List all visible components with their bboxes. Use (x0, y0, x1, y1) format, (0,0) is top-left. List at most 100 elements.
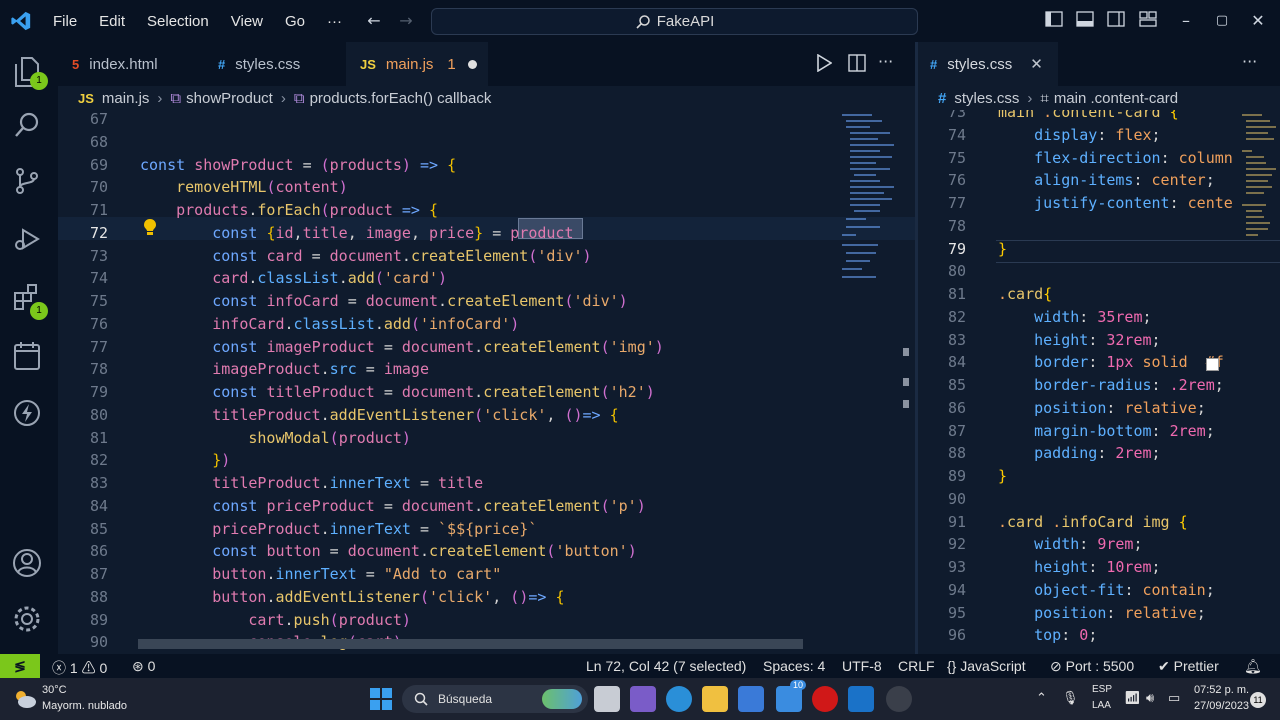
file-explorer-icon[interactable] (702, 686, 728, 712)
line-number[interactable]: 77 (58, 338, 108, 356)
code-line[interactable]: const card = document.createElement('div… (140, 247, 591, 265)
code-line[interactable]: const {id,title, image, price} = product (140, 224, 573, 242)
line-number[interactable]: 73 (58, 247, 108, 265)
line-number[interactable]: 96 (918, 626, 966, 644)
menu-view[interactable]: View (220, 13, 274, 30)
run-debug-icon[interactable] (12, 224, 46, 258)
encoding[interactable]: UTF-8 (842, 658, 882, 674)
line-number[interactable]: 88 (918, 444, 966, 462)
menu-file[interactable]: File (42, 13, 88, 30)
vscode-logo-icon[interactable] (0, 0, 42, 42)
opera-icon[interactable] (812, 686, 838, 712)
store-icon[interactable] (738, 686, 764, 712)
code-line[interactable]: display: flex; (998, 126, 1160, 144)
close-tab-icon[interactable]: ✕ (1030, 55, 1043, 73)
menu-more[interactable]: ··· (316, 13, 353, 30)
code-line[interactable]: }) (140, 451, 230, 469)
edge-icon[interactable] (666, 686, 692, 712)
menu-edit[interactable]: Edit (88, 13, 136, 30)
lightning-extension-icon[interactable] (12, 398, 46, 432)
line-number[interactable]: 90 (918, 490, 966, 508)
code-line[interactable]: removeHTML(content) (140, 178, 348, 196)
forward-arrow-icon[interactable]: → (396, 11, 416, 31)
code-line[interactable]: top: 0; (998, 626, 1097, 644)
line-number[interactable]: 81 (918, 285, 966, 303)
code-line[interactable]: const button = document.createElement('b… (140, 542, 636, 560)
code-line[interactable]: button.innerText = "Add to cart" (140, 565, 501, 583)
menu-selection[interactable]: Selection (136, 13, 220, 30)
unsaved-dot-icon[interactable] (467, 59, 477, 69)
vertical-scrollbar[interactable] (901, 340, 911, 420)
mail-icon[interactable]: 10 (776, 680, 807, 712)
editor-styles-css[interactable]: 73 main .content-card {74 display: flex; 7… (918, 110, 1280, 654)
line-number[interactable]: 82 (918, 308, 966, 326)
line-number[interactable]: 86 (918, 399, 966, 417)
code-line[interactable]: flex-direction: column (998, 149, 1233, 167)
breadcrumb-callback[interactable]: products.forEach() callback (310, 90, 492, 107)
code-line[interactable]: const imageProduct = document.createElem… (140, 338, 664, 356)
line-number[interactable]: 85 (58, 520, 108, 538)
line-number[interactable]: 87 (918, 422, 966, 440)
clock-date[interactable]: 27/09/2023 (1194, 700, 1249, 712)
line-number[interactable]: 75 (58, 292, 108, 310)
minimap[interactable] (1240, 110, 1280, 290)
ports-forwarded[interactable]: ⊛ 0 (132, 658, 155, 675)
task-view-icon[interactable] (594, 686, 620, 712)
code-line[interactable]: padding: 2rem; (998, 444, 1160, 462)
line-number[interactable]: 90 (58, 633, 108, 651)
code-line[interactable]: const priceProduct = document.createElem… (140, 497, 646, 515)
wifi-icon[interactable]: 📶︎ (1124, 690, 1141, 706)
line-number[interactable]: 92 (918, 535, 966, 553)
editor-main-js[interactable]: 67 68 69 const showProduct = (products) => … (58, 110, 915, 654)
chevron-up-icon[interactable]: ⌃ (1036, 690, 1047, 706)
more-actions-icon[interactable]: ··· (1242, 52, 1257, 71)
code-line[interactable]: main .content-card { (998, 110, 1179, 121)
line-number[interactable]: 77 (918, 194, 966, 212)
vscode-taskbar-icon[interactable] (848, 686, 874, 712)
code-line[interactable]: titleProduct.innerText = title (140, 474, 483, 492)
split-editor-icon[interactable] (848, 54, 866, 76)
line-number[interactable]: 76 (918, 171, 966, 189)
indentation[interactable]: Spaces: 4 (763, 658, 825, 674)
code-line[interactable]: infoCard.classList.add('infoCard') (140, 315, 519, 333)
account-icon[interactable] (12, 548, 46, 582)
line-number[interactable]: 76 (58, 315, 108, 333)
windows-start-icon[interactable] (370, 688, 392, 715)
explorer-icon[interactable]: 1 (12, 56, 48, 90)
line-number[interactable]: 71 (58, 201, 108, 219)
code-line[interactable]: height: 10rem; (998, 558, 1160, 576)
search-sidebar-icon[interactable] (12, 110, 46, 144)
tab-index-html[interactable]: 5 index.html (58, 42, 200, 86)
line-number[interactable]: 83 (58, 474, 108, 492)
language-mode[interactable]: {} JavaScript (947, 658, 1026, 674)
code-line[interactable]: titleProduct.addEventListener('click', (… (140, 406, 618, 424)
keyboard-lang-2[interactable]: LAA (1092, 700, 1111, 711)
line-number[interactable]: 83 (918, 331, 966, 349)
code-line[interactable]: priceProduct.innerText = `$${price}` (140, 520, 537, 538)
code-line[interactable]: width: 35rem; (998, 308, 1151, 326)
line-number[interactable]: 85 (918, 376, 966, 394)
toggle-secondary-sidebar-icon[interactable] (1106, 11, 1126, 31)
line-number[interactable]: 75 (918, 149, 966, 167)
line-number[interactable]: 95 (918, 604, 966, 622)
code-line[interactable]: object-fit: contain; (998, 581, 1215, 599)
clock-time[interactable]: 07:52 p. m. (1194, 684, 1249, 696)
settings-gear-icon[interactable] (12, 604, 46, 638)
code-line[interactable]: const titleProduct = document.createElem… (140, 383, 655, 401)
line-number[interactable]: 81 (58, 429, 108, 447)
extensions-icon[interactable]: 1 (12, 282, 48, 320)
horizontal-scrollbar[interactable] (138, 639, 803, 649)
code-line[interactable]: .card .infoCard img { (998, 513, 1188, 531)
code-line[interactable]: .card{ (998, 285, 1052, 303)
line-number[interactable]: 78 (918, 217, 966, 235)
code-line[interactable]: imageProduct.src = image (140, 360, 429, 378)
code-line[interactable]: } (998, 240, 1007, 258)
run-file-icon[interactable] (816, 53, 833, 76)
breadcrumb-symbol[interactable]: showProduct (186, 90, 273, 107)
line-number[interactable]: 84 (58, 497, 108, 515)
line-number[interactable]: 88 (58, 588, 108, 606)
volume-icon[interactable]: 🔊︎ (1146, 690, 1154, 706)
toggle-primary-sidebar-icon[interactable] (1044, 11, 1064, 31)
toggle-panel-icon[interactable] (1075, 11, 1095, 31)
breadcrumb-file[interactable]: main.js (102, 90, 150, 107)
